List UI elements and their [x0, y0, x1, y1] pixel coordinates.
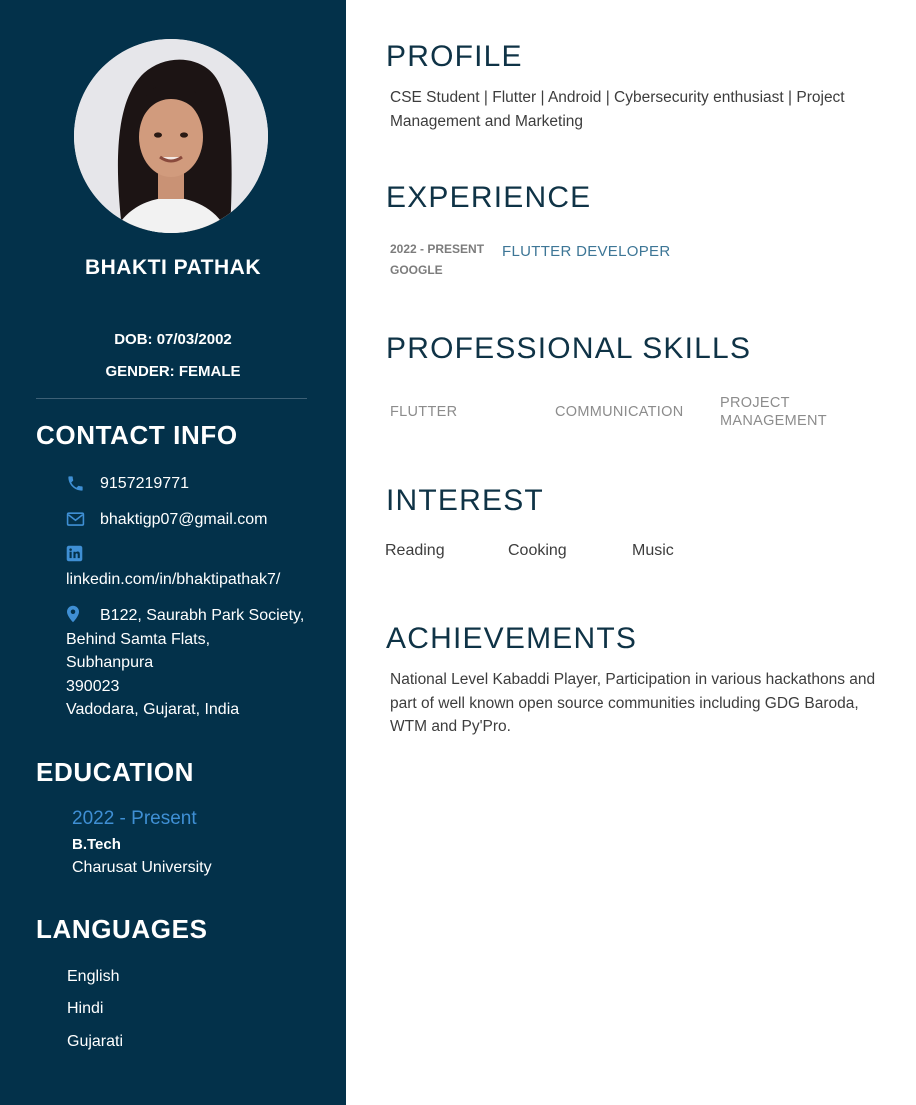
education-heading: EDUCATION: [36, 757, 195, 787]
contact-heading: CONTACT INFO: [36, 420, 238, 450]
gender-text: GENDER: FEMALE: [105, 363, 241, 380]
profile-heading: PROFILE: [386, 40, 523, 73]
interest-item: Reading: [385, 542, 445, 559]
experience-company: GOOGLE: [390, 263, 443, 277]
education-years: 2022 - Present: [72, 808, 197, 829]
language-item: Gujarati: [67, 1033, 124, 1050]
person-name: BHAKTI PATHAK: [84, 256, 262, 279]
achievements-heading: ACHIEVEMENTS: [386, 622, 638, 655]
skill-item: COMMUNICATION: [555, 404, 684, 420]
dob-text: DOB: 07/03/2002: [114, 331, 232, 348]
sidebar-divider: [36, 398, 307, 399]
phone-link[interactable]: 9157219771: [100, 475, 189, 493]
experience-role: FLUTTER DEVELOPER: [502, 243, 671, 260]
skills-heading: PROFESSIONAL SKILLS: [386, 332, 752, 365]
skill-item: FLUTTER: [390, 404, 458, 420]
education-degree: B.Tech: [72, 836, 121, 853]
skill-item: PROJECT MANAGEMENT: [720, 395, 827, 429]
interest-item: Music: [632, 542, 674, 559]
linkedin-icon: [66, 545, 83, 567]
address-line: Behind Samta Flats,: [66, 630, 211, 648]
phone-icon: [66, 474, 85, 498]
interest-item: Cooking: [508, 542, 567, 559]
email-link[interactable]: bhaktigp07@gmail.com: [100, 511, 267, 529]
linkedin-link[interactable]: linkedin.com/in/bhaktipathak7/: [66, 571, 280, 589]
experience-heading: EXPERIENCE: [386, 181, 592, 214]
education-school: Charusat University: [72, 859, 212, 876]
address-line: Subhanpura: [66, 654, 154, 671]
languages-heading: LANGUAGES: [36, 914, 208, 944]
address-line: 390023: [66, 677, 120, 695]
sidebar: BHAKTI PATHAK DOB: 07/03/2002 GENDER: FE…: [0, 0, 346, 1105]
achievements-text: National Level Kabaddi Player, Participa…: [390, 671, 876, 735]
address-line: Vadodara, Gujarat, India: [66, 701, 240, 718]
profile-text: CSE Student | Flutter | Android | Cybers…: [390, 89, 845, 130]
language-item: Hindi: [67, 1000, 104, 1017]
email-icon: [66, 511, 85, 533]
language-item: English: [67, 968, 120, 985]
experience-years: 2022 - PRESENT: [390, 242, 485, 256]
profile-photo: [74, 39, 268, 233]
address-block: B122, Saurabh Park Society, Behind Samta…: [66, 604, 326, 722]
interest-heading: INTEREST: [386, 484, 544, 517]
address-line: B122, Saurabh Park Society,: [100, 607, 305, 624]
